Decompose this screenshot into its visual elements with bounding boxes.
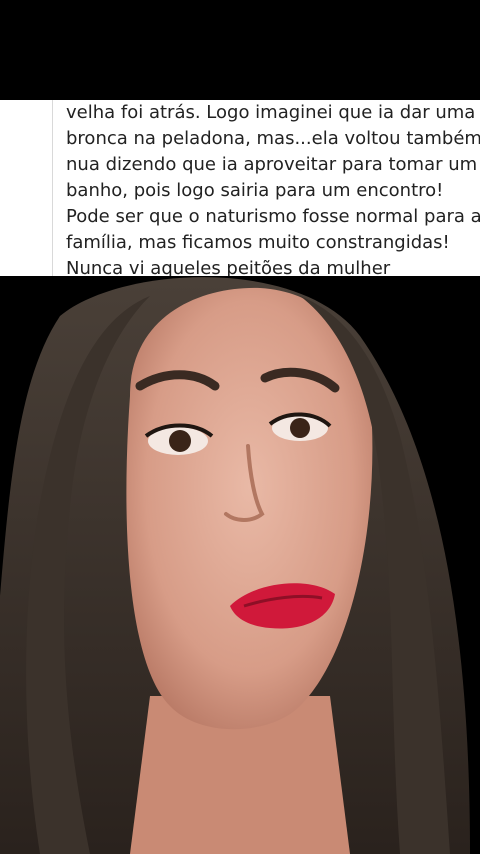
iris-right <box>290 418 310 438</box>
post-line: família, mas ficamos muito constrangidas… <box>66 232 450 253</box>
iris-left <box>169 430 191 452</box>
post-text: velha foi atrás. Logo imaginei que ia da… <box>66 100 480 280</box>
comment-thread-rule <box>52 100 53 280</box>
top-black-bar <box>0 0 480 100</box>
screenshot-post-card: velha foi atrás. Logo imaginei que ia da… <box>0 100 480 280</box>
post-line: Pode ser que o naturismo fosse normal pa… <box>66 206 480 227</box>
post-line: banho, pois logo sairia para um encontro… <box>66 180 444 201</box>
post-line: velha foi atrás. Logo imaginei que ia da… <box>66 102 476 123</box>
post-line: nua dizendo que ia aproveitar para tomar… <box>66 154 478 175</box>
video-frame[interactable] <box>0 276 480 854</box>
speaker-illustration <box>0 276 480 854</box>
post-line: bronca na peladona, mas...ela voltou tam… <box>66 128 480 149</box>
